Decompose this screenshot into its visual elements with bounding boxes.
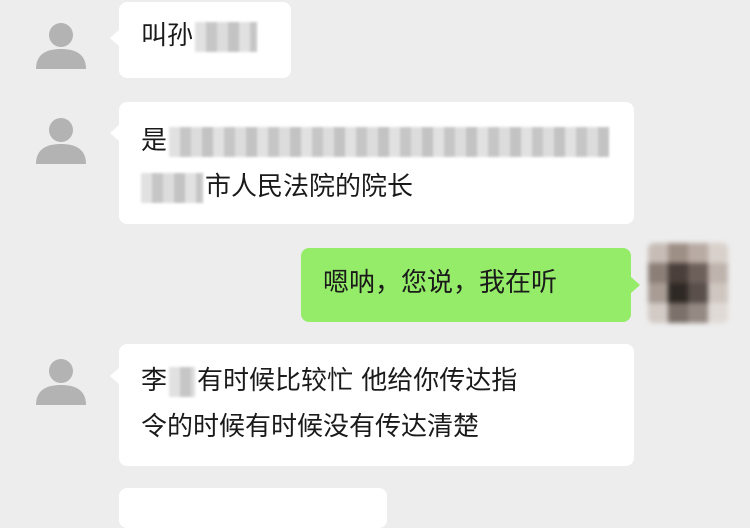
redacted-text	[169, 126, 610, 157]
contact-avatar-4[interactable]	[30, 351, 92, 413]
bubble-tail	[110, 125, 119, 141]
contact-avatar-2[interactable]	[30, 110, 92, 172]
message-bubble-3[interactable]: 嗯呐，您说，我在听	[301, 248, 631, 322]
message-bubble-2[interactable]: 是 市人民法院的院长	[119, 102, 634, 224]
message-text: 有时候比较忙 他给你传达指	[197, 366, 518, 396]
message-bubble-5-partial[interactable]	[119, 488, 387, 528]
message-bubble-1[interactable]: 叫孙	[119, 2, 291, 78]
user-silhouette-icon	[36, 359, 86, 405]
self-avatar[interactable]	[648, 243, 728, 323]
bubble-tail	[110, 368, 119, 384]
redacted-text	[169, 366, 196, 397]
user-silhouette-icon	[36, 23, 86, 69]
message-text: 令的时候有时候没有传达清楚	[141, 412, 480, 442]
user-silhouette-icon	[36, 118, 86, 164]
bubble-tail	[110, 30, 119, 46]
redacted-text	[195, 21, 258, 52]
message-text: 嗯呐，您说，我在听	[323, 268, 558, 298]
message-text: 李	[141, 366, 168, 396]
bubble-tail	[631, 277, 640, 293]
message-text: 是	[141, 126, 168, 156]
message-text: 叫孙	[141, 21, 194, 51]
message-bubble-4[interactable]: 李有时候比较忙 他给你传达指 令的时候有时候没有传达清楚	[119, 344, 634, 466]
redacted-text	[141, 172, 203, 203]
message-text: 市人民法院的院长	[205, 172, 414, 202]
contact-avatar-1[interactable]	[30, 15, 92, 77]
